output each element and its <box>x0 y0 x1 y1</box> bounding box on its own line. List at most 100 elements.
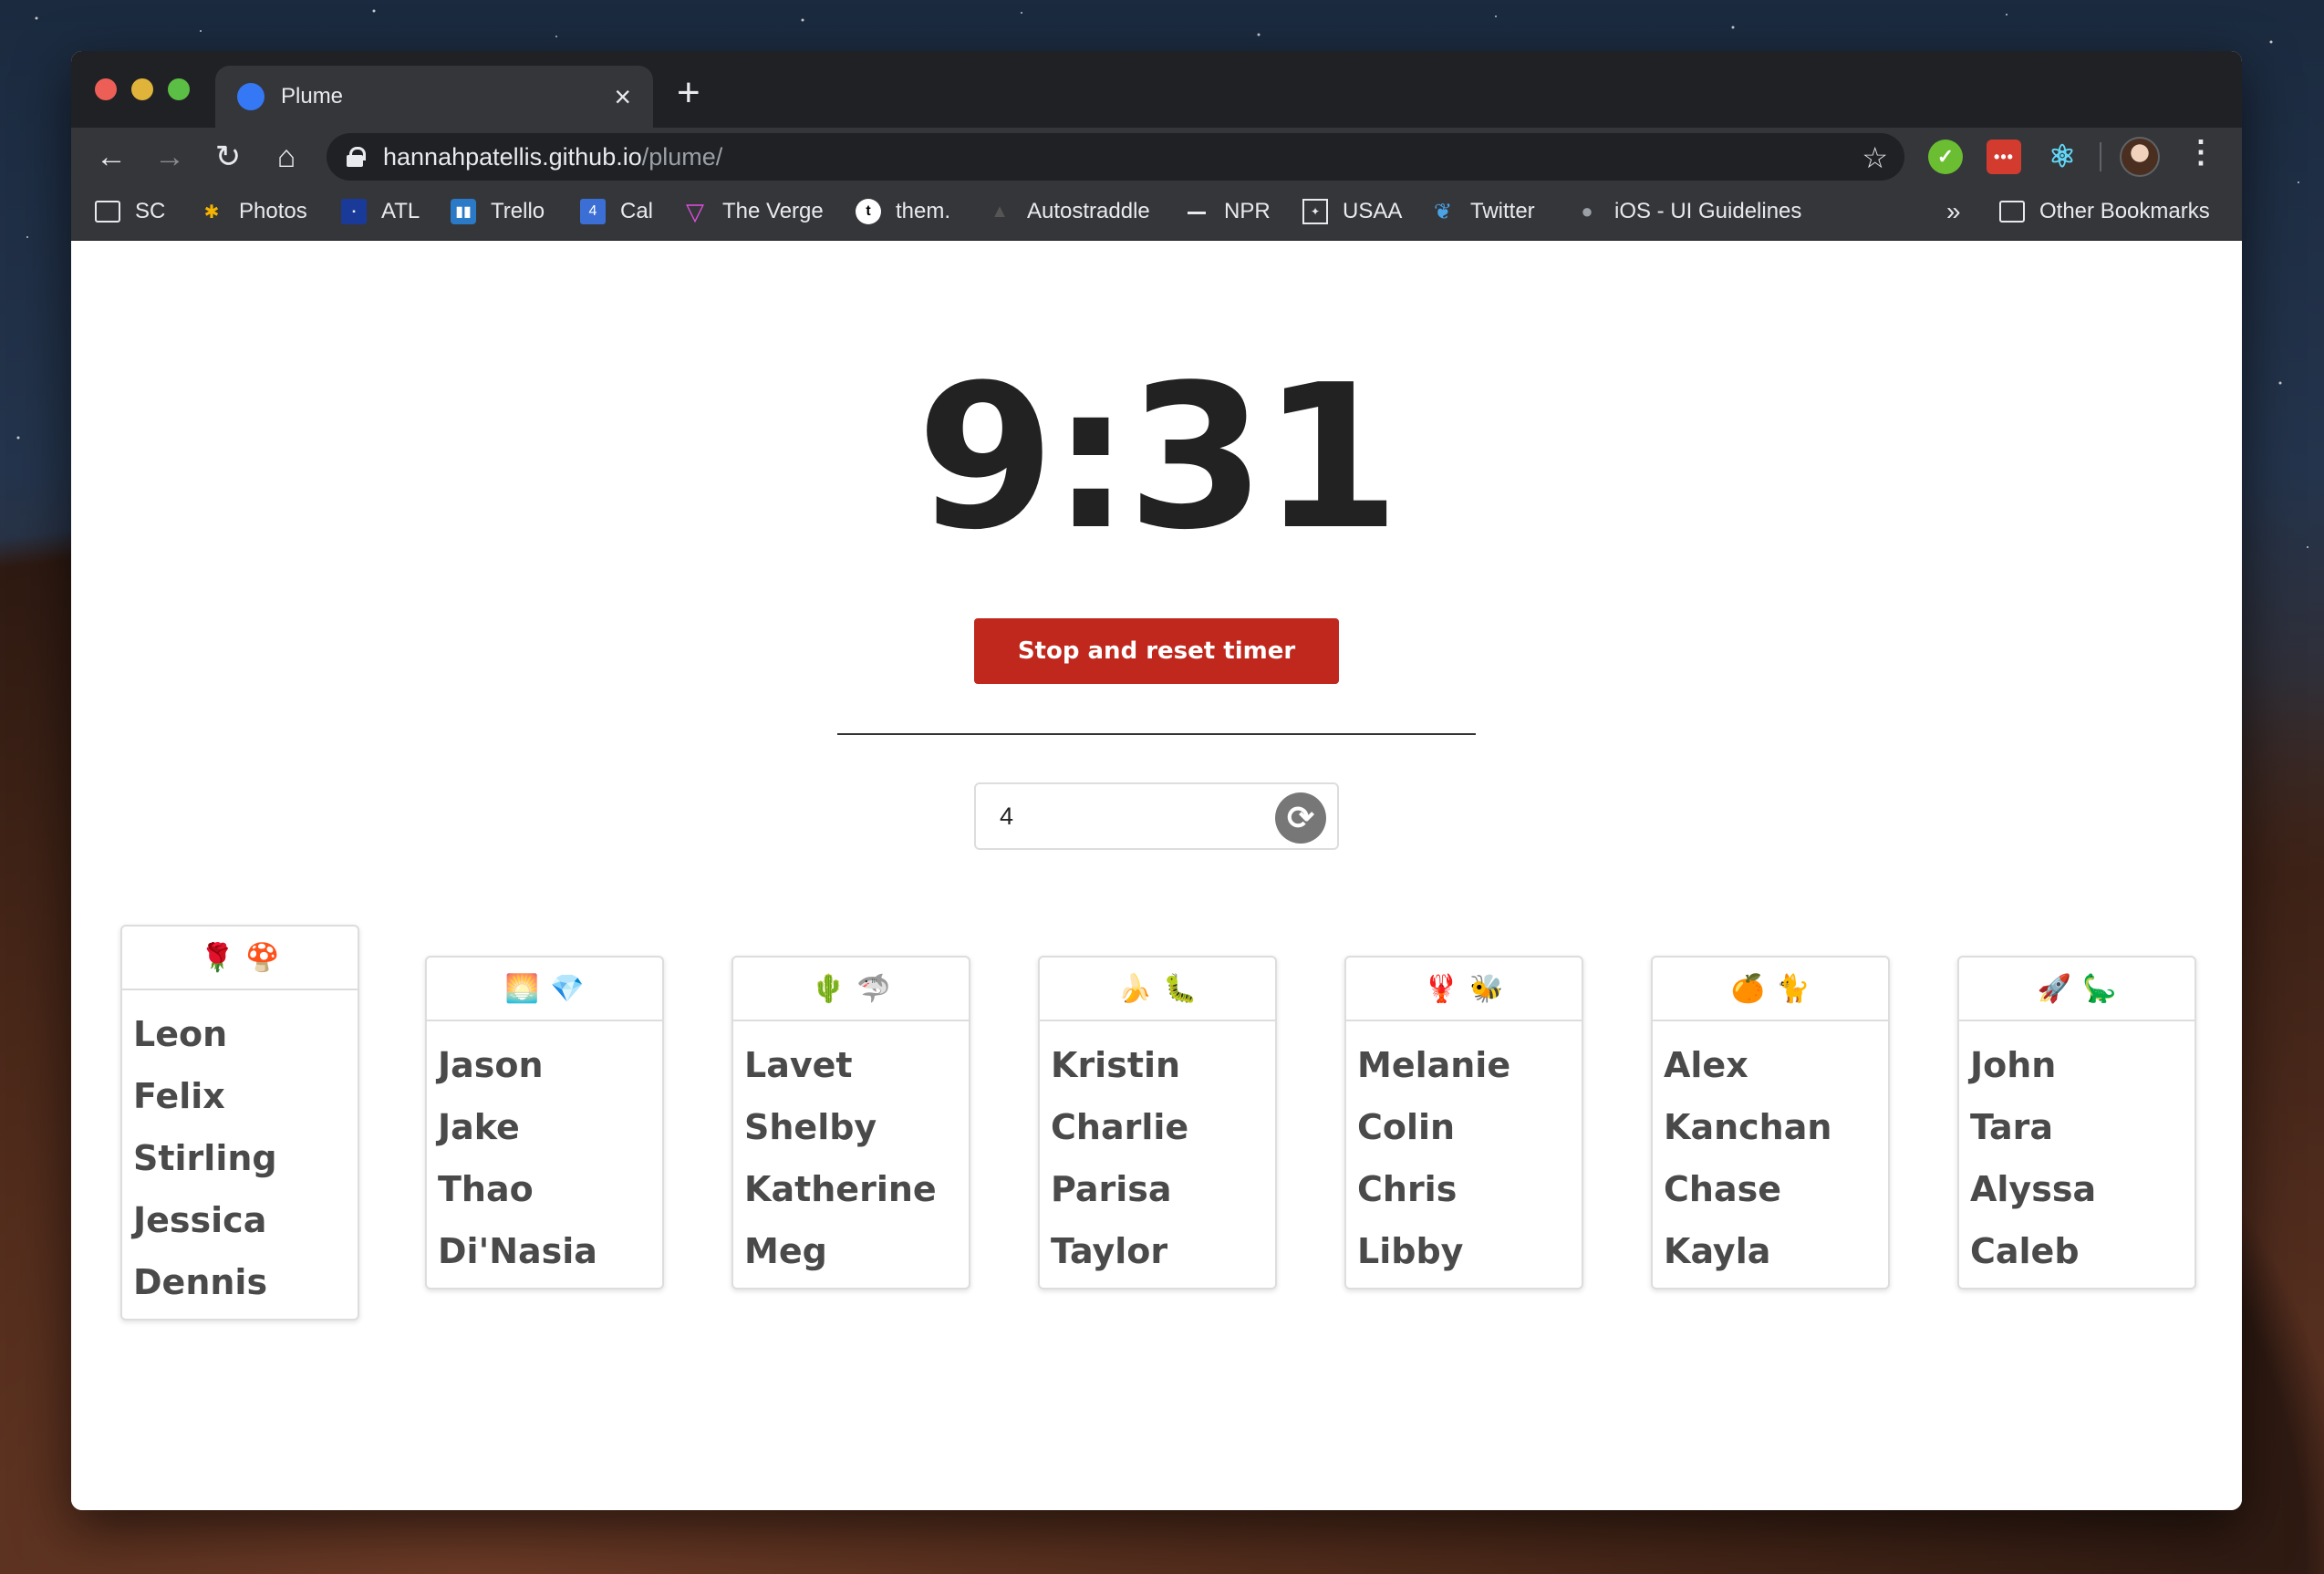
close-window-button[interactable] <box>95 78 117 100</box>
extension-react-icon[interactable]: ⚛ <box>2045 140 2080 174</box>
bookmark-ios-ui-guidelines[interactable]: ● iOS - UI Guidelines <box>1574 199 1801 224</box>
page-content: 9:31 Stop and reset timer 4 ⟳ 🌹 🍄 Leon F… <box>71 241 2242 1510</box>
bookmark-sc[interactable]: SC <box>95 199 165 224</box>
member-name: John <box>1970 1045 2057 1085</box>
member-name: Chris <box>1357 1169 1458 1209</box>
group-emoji-icon: 💎 <box>550 973 585 1004</box>
maximize-window-button[interactable] <box>168 78 190 100</box>
folder-icon <box>95 199 120 224</box>
browser-window: Plume × + ← → ↻ ⌂ hannahpatellis.github.… <box>71 51 2242 1510</box>
bookmarks-bar: SC ✱ Photos ▪ ATL ▮▮ Trello 4 Cal ▽ The … <box>71 186 2242 241</box>
bookmark-label: Trello <box>491 199 545 223</box>
group-emoji-icon: 🌹 <box>200 942 234 973</box>
group-emoji-header: 🍌 🐛 <box>1040 958 1275 1021</box>
member-name: Jake <box>438 1107 520 1147</box>
address-bar[interactable]: hannahpatellis.github.io/plume/ ☆ <box>327 133 1904 181</box>
calendar-icon: 4 <box>580 199 606 224</box>
member-name: Leon <box>133 1014 228 1054</box>
browser-toolbar: ← → ↻ ⌂ hannahpatellis.github.io/plume/ … <box>71 128 2242 186</box>
bookmark-label: Photos <box>239 199 307 223</box>
close-tab-icon[interactable]: × <box>614 82 631 111</box>
shuffle-refresh-icon[interactable]: ⟳ <box>1275 792 1326 844</box>
member-name: Parisa <box>1051 1169 1172 1209</box>
profile-avatar[interactable] <box>2120 137 2160 177</box>
bookmark-autostraddle[interactable]: ▲ Autostraddle <box>987 199 1150 224</box>
group-emoji-icon: 🍊 <box>1730 973 1765 1004</box>
bookmark-cal[interactable]: 4 Cal <box>580 199 653 224</box>
lock-icon <box>347 147 366 167</box>
twitter-icon: ❦ <box>1433 199 1453 224</box>
browser-menu-icon[interactable]: ⋮ <box>2185 137 2216 168</box>
forward-icon[interactable]: → <box>140 141 199 172</box>
group-emoji-icon: 🐈 <box>1776 973 1810 1004</box>
bookmark-star-icon[interactable]: ☆ <box>1862 140 1888 175</box>
member-name: Chase <box>1664 1169 1781 1209</box>
back-icon[interactable]: ← <box>82 141 140 172</box>
group-emoji-icon: 🦞 <box>1424 973 1458 1004</box>
bookmark-usaa[interactable]: ✦ USAA <box>1302 199 1402 224</box>
member-name: Shelby <box>744 1107 877 1147</box>
member-name: Meg <box>744 1231 827 1271</box>
group-card: 🍊 🐈 Alex Kanchan Chase Kayla <box>1651 956 1890 1289</box>
them-icon: t <box>856 199 881 224</box>
member-name: Kayla <box>1664 1231 1771 1271</box>
member-name: Kanchan <box>1664 1107 1832 1147</box>
npr-icon: ▬▬ <box>1188 206 1206 217</box>
bookmark-them[interactable]: t them. <box>856 199 950 224</box>
trello-icon: ▮▮ <box>451 199 476 224</box>
bookmark-the-verge[interactable]: ▽ The Verge <box>682 198 824 225</box>
member-name: Thao <box>438 1169 534 1209</box>
group-emoji-icon: 🌅 <box>504 973 539 1004</box>
home-icon[interactable]: ⌂ <box>257 141 316 172</box>
weather-icon: ▪ <box>341 199 367 224</box>
group-emoji-header: 🚀 🦕 <box>1959 958 2194 1021</box>
group-card: 🌵 🦈 Lavet Shelby Katherine Meg <box>731 956 970 1289</box>
bookmark-label: Cal <box>620 199 654 223</box>
group-card: 🚀 🦕 John Tara Alyssa Caleb <box>1957 956 2196 1289</box>
bookmark-label: Twitter <box>1470 199 1535 223</box>
group-emoji-icon: 🦕 <box>2082 973 2117 1004</box>
group-emoji-icon: 🦈 <box>856 973 891 1004</box>
bookmark-photos[interactable]: ✱ Photos <box>199 199 307 224</box>
other-bookmarks-label: Other Bookmarks <box>2039 199 2210 223</box>
member-name: Charlie <box>1051 1107 1189 1147</box>
member-name: Katherine <box>744 1169 937 1209</box>
new-tab-icon[interactable]: + <box>677 73 700 113</box>
group-emoji-icon: 🐝 <box>1469 973 1504 1004</box>
member-name: Jessica <box>133 1200 267 1240</box>
member-name: Kristin <box>1051 1045 1181 1085</box>
group-card: 🍌 🐛 Kristin Charlie Parisa Taylor <box>1038 956 1277 1289</box>
group-emoji-icon: 🐛 <box>1163 973 1198 1004</box>
group-emoji-header: 🦞 🐝 <box>1346 958 1582 1021</box>
other-bookmarks-folder[interactable]: Other Bookmarks <box>1999 199 2210 224</box>
group-card: 🌅 💎 Jason Jake Thao Di'Nasia <box>425 956 664 1289</box>
timer-display: 9:31 <box>916 343 1400 574</box>
group-emoji-header: 🌅 💎 <box>427 958 662 1021</box>
minimize-window-button[interactable] <box>131 78 153 100</box>
bookmarks-overflow-icon[interactable]: » <box>1946 197 1961 226</box>
bookmark-twitter[interactable]: ❦ Twitter <box>1430 199 1535 224</box>
member-name: Di'Nasia <box>438 1231 597 1271</box>
member-name: Taylor <box>1051 1231 1168 1271</box>
group-card: 🦞 🐝 Melanie Colin Chris Libby <box>1344 956 1583 1289</box>
stop-reset-timer-button[interactable]: Stop and reset timer <box>974 618 1339 684</box>
group-emoji-icon: 🍄 <box>245 942 280 973</box>
member-name: Libby <box>1357 1231 1464 1271</box>
bookmark-label: Autostraddle <box>1027 199 1150 223</box>
bookmark-atl[interactable]: ▪ ATL <box>341 199 420 224</box>
tab-plume[interactable]: Plume × <box>215 66 653 128</box>
group-size-input[interactable]: 4 ⟳ <box>974 782 1339 850</box>
reload-icon[interactable]: ↻ <box>199 141 257 172</box>
member-name: Caleb <box>1970 1231 2080 1271</box>
url-host: hannahpatellis.github.io <box>383 142 642 171</box>
bookmark-label: ATL <box>381 199 420 223</box>
groups-container: 🌹 🍄 Leon Felix Stirling Jessica Dennis 🌅… <box>120 925 2196 1344</box>
member-name: Colin <box>1357 1107 1456 1147</box>
bookmark-npr[interactable]: ▬▬ NPR <box>1184 199 1271 224</box>
member-name: Dennis <box>133 1262 268 1302</box>
group-card: 🌹 🍄 Leon Felix Stirling Jessica Dennis <box>120 925 359 1320</box>
bookmark-trello[interactable]: ▮▮ Trello <box>451 199 545 224</box>
extension-check-icon[interactable]: ✓ <box>1928 140 1963 174</box>
extension-lastpass-icon[interactable]: ••• <box>1987 140 2021 174</box>
group-size-value: 4 <box>1000 802 1014 830</box>
